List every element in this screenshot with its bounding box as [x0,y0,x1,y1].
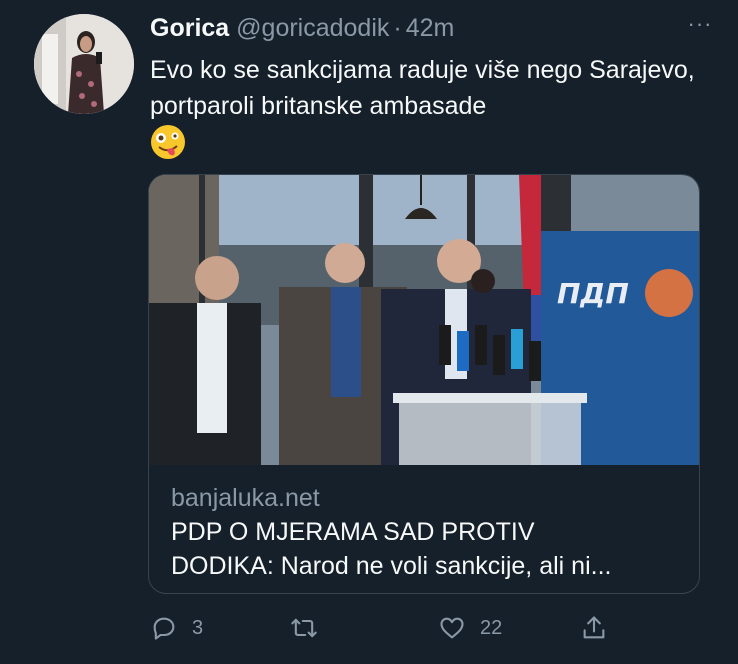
card-meta: banjaluka.net PDP O MJERAMA SAD PROTIV D… [171,481,679,583]
reply-button[interactable]: 3 [150,608,203,648]
display-name[interactable]: Gorica [150,14,229,42]
timestamp[interactable]: 42m [406,14,455,42]
svg-text:ПДП: ПДП [557,277,629,310]
retweet-button[interactable] [290,608,332,648]
link-card[interactable]: ПДП banjaluka.net PDP O MJERAMA SAD PROT… [148,174,700,594]
like-count: 22 [480,616,503,639]
card-title[interactable]: PDP O MJERAMA SAD PROTIV DODIKA: Narod n… [171,515,679,583]
tweet-actions: 3 22 [148,608,618,648]
avatar[interactable] [34,14,134,114]
user-handle[interactable]: @goricadodik [236,14,389,42]
reply-count: 3 [192,616,204,639]
share-button[interactable] [580,608,608,648]
tweet-text: Evo ko se sankcijama raduje više nego Sa… [150,56,695,120]
card-image[interactable]: ПДП [149,175,699,465]
zany-face-emoji-icon [150,124,186,160]
like-button[interactable]: 22 [438,608,502,648]
tweet-header: Gorica @goricadodik · 42m [150,12,718,44]
tweet[interactable]: Gorica @goricadodik · 42m ··· Evo ko se sa… [0,0,738,664]
share-icon [583,616,605,639]
retweet-icon [291,618,317,638]
reply-icon [153,617,175,640]
separator-dot: · [393,14,402,42]
more-icon[interactable]: ··· [684,13,716,42]
card-domain: banjaluka.net [171,484,320,512]
like-icon [440,617,464,639]
